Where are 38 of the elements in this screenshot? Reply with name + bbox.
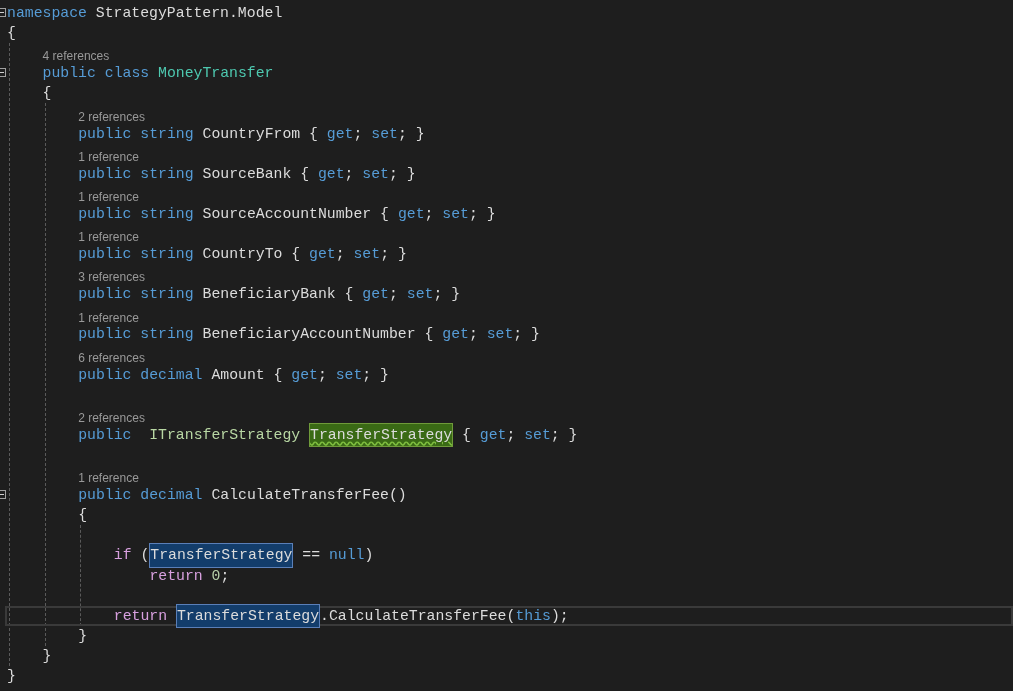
code-line: { bbox=[42, 84, 52, 104]
code-line: } bbox=[42, 646, 52, 666]
code-line: { bbox=[78, 506, 88, 526]
collapse-icon[interactable] bbox=[0, 490, 6, 500]
reference-count-link[interactable]: 2 references bbox=[78, 411, 145, 424]
code-text: == null) bbox=[301, 546, 374, 566]
code-text: if ( bbox=[113, 546, 150, 566]
reference-count-link[interactable]: 3 references bbox=[78, 271, 145, 284]
reference-count-link[interactable]: 1 reference bbox=[78, 150, 139, 163]
code-line: namespace StrategyPattern.Model bbox=[7, 3, 283, 23]
code-text: { get; set; } bbox=[461, 425, 578, 445]
code-line: } bbox=[7, 667, 16, 687]
reference-count-link[interactable]: 1 reference bbox=[78, 472, 139, 485]
code-line: public string SourceBank { get; set; } bbox=[78, 164, 416, 184]
code-line: public decimal Amount { get; set; } bbox=[78, 365, 389, 385]
reference-count-link[interactable]: 1 reference bbox=[78, 231, 139, 244]
reference-count-link[interactable]: 4 references bbox=[42, 50, 110, 63]
code-line: public string BeneficiaryAccountNumber { get; set; } bbox=[78, 325, 540, 345]
code-line: public string CountryTo { get; set; } bbox=[78, 245, 407, 265]
reference-count-link[interactable]: 1 reference bbox=[78, 190, 139, 203]
highlighted-identifier: TransferStrategy bbox=[149, 543, 294, 568]
code-line: public class MoneyTransfer bbox=[42, 64, 274, 84]
code-line: public string CountryFrom { get; set; } bbox=[78, 124, 425, 144]
code-line: { bbox=[7, 24, 16, 44]
highlighted-identifier: TransferStrategy bbox=[175, 603, 321, 628]
reference-count-link[interactable]: 1 reference bbox=[78, 311, 139, 324]
code-line: } bbox=[78, 626, 88, 646]
code-line: public string SourceAccountNumber { get; set; } bbox=[78, 204, 496, 224]
reference-count-link[interactable]: 2 references bbox=[78, 110, 145, 123]
code-text: .CalculateTransferFee(this); bbox=[320, 606, 569, 626]
code-line: public decimal CalculateTransferFee() bbox=[78, 486, 407, 506]
reference-count-link[interactable]: 6 references bbox=[78, 351, 145, 364]
code-line: return 0; bbox=[149, 566, 230, 586]
code-text: public ITransferStrategy bbox=[78, 425, 302, 445]
highlighted-identifier: TransferStrategy bbox=[309, 422, 454, 448]
code-line: public string BeneficiaryBank { get; set; } bbox=[78, 285, 461, 305]
code-text: return bbox=[113, 606, 169, 626]
collapse-icon[interactable] bbox=[0, 68, 6, 78]
